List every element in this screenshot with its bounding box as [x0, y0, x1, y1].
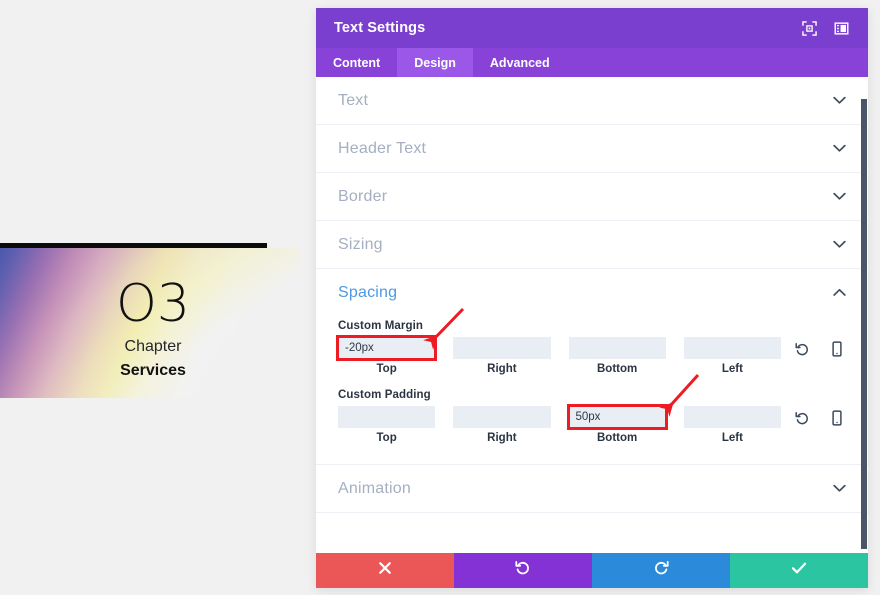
- custom-margin-left-input[interactable]: [683, 337, 781, 359]
- tab-advanced-label: Advanced: [489, 55, 550, 70]
- custom-padding-bottom-label: Bottom: [597, 432, 638, 444]
- custom-padding-bottom-cell: 50px Bottom: [566, 404, 668, 444]
- chevron-down-icon: [832, 482, 846, 496]
- chevron-down-icon: [832, 238, 846, 252]
- chevron-up-icon: [832, 286, 846, 300]
- modal-footer: [316, 553, 868, 588]
- custom-padding-top-cell: Top: [338, 406, 436, 444]
- tab-advanced[interactable]: Advanced: [473, 48, 567, 77]
- custom-margin-top-input[interactable]: -20px: [336, 335, 438, 361]
- section-border-label: Border: [338, 187, 388, 205]
- custom-padding-left-input[interactable]: [683, 406, 781, 428]
- custom-margin-right-label: Right: [487, 363, 517, 375]
- preview-chapter-title: Services: [120, 362, 186, 379]
- tab-content-label: Content: [333, 55, 381, 70]
- section-spacing-header[interactable]: Spacing: [338, 269, 846, 316]
- preview-text-content: O3 Chapter Services: [0, 248, 300, 398]
- save-button[interactable]: [730, 553, 868, 588]
- preview-chapter-number: O3: [115, 274, 190, 334]
- section-animation-label: Animation: [338, 479, 411, 497]
- preview-text-module[interactable]: O3 Chapter Services: [0, 248, 300, 398]
- tab-design[interactable]: Design: [397, 48, 473, 77]
- redo-button[interactable]: [592, 553, 730, 588]
- undo-icon: [515, 560, 531, 581]
- custom-padding-right-input[interactable]: [453, 406, 551, 428]
- custom-margin-bottom-input[interactable]: [568, 337, 666, 359]
- check-icon: [791, 561, 807, 580]
- settings-scroll-area: Text Header Text Border Sizing Spacing C…: [316, 77, 868, 553]
- reset-icon[interactable]: [793, 408, 811, 428]
- section-sizing-label: Sizing: [338, 235, 383, 253]
- section-header-text-label: Header Text: [338, 139, 427, 157]
- custom-margin-top-label: Top: [376, 363, 397, 375]
- custom-margin-left-label: Left: [721, 363, 743, 375]
- custom-margin-bottom-cell: Bottom: [568, 337, 666, 375]
- tab-content[interactable]: Content: [316, 48, 397, 77]
- custom-padding-label: Custom Padding: [338, 389, 431, 401]
- custom-margin-label: Custom Margin: [338, 320, 423, 332]
- custom-padding-left-label: Left: [721, 432, 743, 444]
- focus-icon[interactable]: [798, 17, 820, 39]
- modal-tab-bar: Content Design Advanced: [316, 48, 868, 77]
- preview-chapter-word: Chapter: [124, 338, 182, 355]
- modal-header: Text Settings: [316, 8, 868, 48]
- custom-margin-row-icons: [793, 337, 846, 359]
- custom-padding-row-icons: [793, 406, 846, 428]
- redo-icon: [653, 560, 669, 581]
- section-sizing[interactable]: Sizing: [316, 221, 868, 269]
- custom-padding-bottom-input[interactable]: 50px: [566, 404, 668, 430]
- custom-padding-group: Custom Padding Top Right 50px Bottom Lef…: [338, 389, 846, 444]
- section-text-label: Text: [338, 91, 369, 109]
- custom-padding-row: Top Right 50px Bottom Left: [338, 404, 846, 444]
- custom-margin-top-cell: -20px Top: [336, 335, 438, 375]
- custom-margin-row: -20px Top Right Bottom Left: [336, 335, 846, 375]
- custom-padding-right-label: Right: [487, 432, 517, 444]
- section-spacing-label: Spacing: [338, 283, 398, 301]
- modal-title: Text Settings: [334, 20, 426, 36]
- chevron-down-icon: [832, 94, 846, 108]
- custom-padding-right-cell: Right: [453, 406, 551, 444]
- undo-button[interactable]: [454, 553, 592, 588]
- custom-margin-bottom-label: Bottom: [597, 363, 638, 375]
- settings-scrollbar-track[interactable]: [860, 77, 868, 553]
- custom-padding-left-cell: Left: [683, 406, 781, 444]
- modal-body: Text Header Text Border Sizing Spacing C…: [316, 77, 868, 553]
- custom-margin-right-input[interactable]: [453, 337, 551, 359]
- section-header-text[interactable]: Header Text: [316, 125, 868, 173]
- custom-margin-group: Custom Margin -20px Top Right Bottom Lef…: [336, 320, 846, 375]
- custom-padding-top-label: Top: [376, 432, 397, 444]
- reset-icon[interactable]: [793, 339, 811, 359]
- responsive-mobile-icon[interactable]: [828, 339, 846, 359]
- chevron-down-icon: [832, 190, 846, 204]
- panel-layout-icon[interactable]: [830, 17, 852, 39]
- section-spacing: Spacing Custom Margin -20px Top Right Bo…: [316, 269, 868, 465]
- custom-margin-right-cell: Right: [453, 337, 551, 375]
- custom-padding-top-input[interactable]: [338, 406, 436, 428]
- custom-margin-left-cell: Left: [683, 337, 781, 375]
- section-animation[interactable]: Animation: [316, 465, 868, 513]
- section-border[interactable]: Border: [316, 173, 868, 221]
- screen: O3 Chapter Services Text Settings Conten…: [0, 0, 880, 595]
- responsive-mobile-icon[interactable]: [828, 408, 846, 428]
- page-preview-canvas: O3 Chapter Services: [0, 0, 316, 595]
- close-icon: [378, 561, 392, 580]
- text-settings-modal: Text Settings Content Design Advanced Te…: [316, 8, 868, 588]
- tab-design-label: Design: [414, 55, 456, 70]
- chevron-down-icon: [832, 142, 846, 156]
- cancel-button[interactable]: [316, 553, 454, 588]
- section-text[interactable]: Text: [316, 77, 868, 125]
- settings-scrollbar-thumb[interactable]: [861, 99, 867, 549]
